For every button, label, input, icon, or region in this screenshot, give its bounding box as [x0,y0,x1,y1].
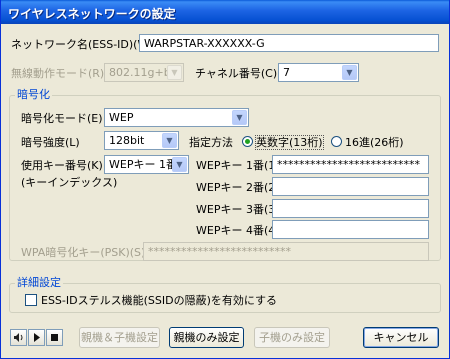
speaker-icon [14,333,23,342]
radio-hex[interactable] [331,136,342,147]
key-number-select[interactable]: WEPキー 1番 ▼ [104,155,189,174]
stealth-label[interactable]: ESS-IDステルス機能(SSIDの隠蔽)を有効にする [41,294,277,307]
chevron-down-icon[interactable]: ▼ [162,133,177,148]
encryption-mode-value: WEP [109,111,134,124]
chevron-down-icon[interactable]: ▼ [342,65,357,80]
radio-alphanumeric[interactable] [242,136,253,147]
channel-label: チャネル番号(C) [195,67,278,80]
child-only-button: 子機のみ設定 [254,327,330,348]
ssid-label: ネットワーク名(ESS-ID)(W) [11,38,153,51]
encryption-mode-select[interactable]: WEP ▼ [104,108,249,127]
wep-key-4-label: WEPキー 4番(4) [196,224,280,237]
strength-label: 暗号強度(L) [21,136,80,149]
radio-hex-label[interactable]: 16進(26桁) [345,136,404,149]
stop-icon [51,334,58,341]
wep-key-1-label: WEPキー 1番(1) [196,159,280,172]
channel-select[interactable]: 7 ▼ [278,63,359,82]
wpa-key-input: ************************** [143,242,429,261]
play-icon [34,333,40,342]
stop-button[interactable] [46,329,63,346]
channel-value: 7 [283,66,290,79]
key-number-value: WEPキー 1番 [109,158,177,171]
chevron-down-icon[interactable]: ▼ [232,110,247,125]
wep-key-2-input[interactable] [272,177,429,196]
wireless-mode-select: 802.11g+b ▼ [104,63,184,82]
chevron-down-icon[interactable]: ▼ [172,157,187,172]
speaker-button[interactable] [10,329,27,346]
wpa-key-label: WPA暗号化キー(PSK)(S) [21,246,146,259]
wep-key-2-label: WEPキー 2番(2) [196,181,280,194]
advanced-group-title: 詳細設定 [15,276,63,289]
wep-key-3-label: WEPキー 3番(3) [196,203,280,216]
strength-value: 128bit [109,134,145,147]
method-label: 指定方法 [189,136,233,149]
key-number-sublabel: (キーインデックス) [21,176,118,189]
wep-key-3-input[interactable] [272,199,429,218]
window-title: ワイヤレスネットワークの設定 [8,7,176,21]
ssid-input[interactable]: WARPSTAR-XXXXXX-G [139,34,439,52]
title-bar[interactable]: ワイヤレスネットワークの設定 [1,0,449,24]
cancel-button[interactable]: キャンセル [363,327,439,348]
wep-key-1-input[interactable]: ************************** [272,155,429,174]
chevron-down-icon: ▼ [167,65,182,80]
radio-alphanumeric-label[interactable]: 英数字(13桁) [255,135,324,150]
wep-key-4-input[interactable] [272,220,429,239]
play-button[interactable] [28,329,45,346]
parent-only-button[interactable]: 親機のみ設定 [169,327,244,348]
parent-and-child-button: 親機＆子機設定 [79,327,160,348]
wireless-mode-value: 802.11g+b [109,66,171,79]
wireless-mode-label: 無線動作モード(R) [11,67,105,80]
stealth-checkbox[interactable] [25,294,37,306]
key-number-label: 使用キー番号(K) [21,159,103,172]
encryption-group-title: 暗号化 [15,88,52,101]
settings-dialog: ワイヤレスネットワークの設定 ネットワーク名(ESS-ID)(W) WARPST… [0,0,450,359]
strength-select[interactable]: 128bit ▼ [104,131,179,150]
encryption-mode-label: 暗号化モード(E) [21,112,103,125]
